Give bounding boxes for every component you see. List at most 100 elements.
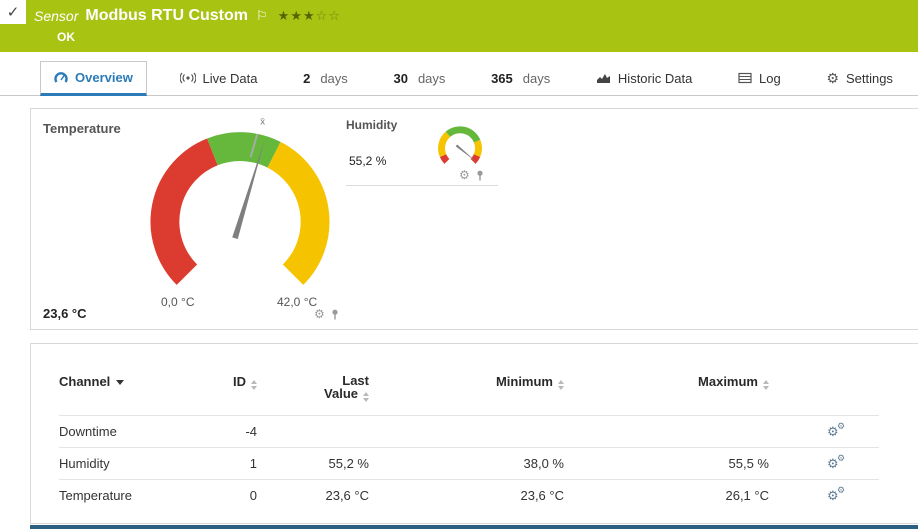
next-section-divider (30, 525, 918, 529)
tab-historic-data[interactable]: Historic Data (583, 61, 705, 95)
title-area: Sensor Modbus RTU Custom ⚐ ★★★☆☆ OK (0, 0, 918, 44)
cell-minimum: 38,0 % (523, 456, 564, 471)
overview-gauge-icon (54, 71, 68, 83)
gauge-pin-icon[interactable] (331, 309, 339, 320)
channel-settings-gears-icon[interactable]: ⚙ ⚙ (827, 453, 847, 471)
cell-channel: Temperature (59, 488, 132, 503)
main-content: Temperature x̄ 0,0 °C 42,0 °C 23,6 °C ⚙ … (0, 96, 918, 524)
temperature-gauge-label: Temperature (43, 121, 121, 136)
gauge-yellow-segment (438, 131, 451, 158)
sort-icon[interactable] (251, 380, 257, 390)
channel-sort-caret-icon[interactable] (116, 380, 125, 385)
cell-channel: Humidity (59, 456, 110, 471)
temperature-gauge-actions: ⚙ (314, 308, 339, 320)
header-label: ID (233, 374, 246, 389)
channel-table-panel: Channel ID Last Value Minimum Maximum Dow… (30, 343, 918, 524)
header-label: Value (324, 386, 358, 401)
sort-icon[interactable] (363, 392, 369, 402)
tab-30-days[interactable]: 30 days (380, 61, 458, 95)
gauge-settings-icon[interactable]: ⚙ (459, 169, 470, 181)
cell-id: 1 (249, 456, 257, 471)
cell-last-value (269, 416, 369, 448)
channel-settings-gears-icon[interactable]: ⚙ ⚙ (827, 421, 847, 439)
column-header-id[interactable]: ID (209, 370, 269, 416)
cell-id: -4 (245, 424, 257, 439)
live-data-signal-icon (179, 72, 196, 84)
gauge-green-segment (207, 132, 281, 168)
channel-table-header-row: Channel ID Last Value Minimum Maximum (59, 370, 879, 416)
cell-id: 0 (249, 488, 257, 503)
table-row-temperature: Temperature 0 23,6 °C 23,6 °C 26,1 °C ⚙ ⚙ (59, 479, 879, 512)
gauge-yellow-segment (267, 141, 330, 285)
priority-flag-icon[interactable]: ⚐ (256, 8, 268, 24)
gear-icon-small: ⚙ (837, 421, 846, 431)
stars-empty[interactable]: ☆☆ (316, 8, 341, 23)
column-header-channel[interactable]: Channel (59, 370, 209, 416)
sensor-header: ✓ Sensor Modbus RTU Custom ⚐ ★★★☆☆ OK (0, 0, 918, 52)
temperature-scale-min: 0,0 °C (161, 295, 195, 309)
tab-unit: days (417, 70, 446, 86)
stars-filled[interactable]: ★★★ (278, 8, 316, 23)
humidity-divider (346, 185, 498, 186)
gear-icon-small: ⚙ (837, 453, 846, 463)
cell-minimum (369, 416, 564, 448)
cell-maximum: 55,5 % (728, 456, 769, 471)
humidity-gauge-svg (438, 126, 482, 164)
tab-2-days[interactable]: 2 days (290, 61, 361, 95)
tab-label: Overview (75, 70, 133, 85)
sort-icon[interactable] (558, 380, 564, 390)
log-list-icon (738, 72, 752, 84)
cell-last-value: 55,2 % (328, 456, 369, 471)
tab-live-data[interactable]: Live Data (167, 61, 271, 95)
settings-gear-icon: ⚙ (826, 70, 839, 86)
page-title: Modbus RTU Custom (85, 7, 249, 24)
tab-label: Live Data (202, 70, 258, 86)
gauge-red-segment (439, 154, 450, 164)
tab-number: 2 (303, 70, 311, 86)
cell-minimum: 23,6 °C (520, 488, 564, 503)
gauge-red-segment (150, 138, 219, 285)
channel-table: Channel ID Last Value Minimum Maximum Dow… (59, 370, 879, 511)
status-corner: ✓ (0, 0, 26, 24)
ok-check-icon: ✓ (6, 4, 20, 21)
channel-settings-gears-icon[interactable]: ⚙ ⚙ (827, 485, 847, 503)
header-label: Channel (59, 374, 111, 389)
cell-channel: Downtime (59, 424, 117, 439)
tab-365-days[interactable]: 365 days (478, 61, 563, 95)
tab-label: Historic Data (617, 70, 693, 86)
historic-data-chart-icon (596, 74, 610, 83)
sort-icon[interactable] (763, 380, 769, 390)
tab-label: Settings (845, 70, 893, 86)
gauge-settings-icon[interactable]: ⚙ (314, 308, 325, 320)
gauge-green-segment (445, 126, 481, 143)
table-row-humidity: Humidity 1 55,2 % 38,0 % 55,5 % ⚙ ⚙ (59, 447, 879, 480)
column-header-minimum[interactable]: Minimum (369, 370, 564, 416)
object-kind-label: Sensor (34, 8, 79, 24)
cell-maximum (564, 416, 769, 448)
tab-number: 30 (393, 70, 408, 86)
column-header-maximum[interactable]: Maximum (564, 370, 769, 416)
tab-log[interactable]: Log (725, 61, 794, 95)
gear-icon-small: ⚙ (837, 485, 846, 495)
column-header-last-value[interactable]: Last Value (269, 370, 369, 416)
gauge-pin-icon[interactable] (476, 170, 484, 181)
gauge-needle (455, 144, 478, 163)
temperature-current-value: 23,6 °C (43, 306, 87, 321)
cell-maximum: 26,1 °C (725, 488, 769, 503)
priority-stars[interactable]: ★★★☆☆ (278, 8, 341, 24)
tab-label: Log (759, 70, 781, 86)
humidity-gauge-label: Humidity (346, 118, 398, 132)
tab-overview[interactable]: Overview (40, 61, 147, 96)
table-row-downtime: Downtime -4 ⚙ ⚙ (59, 415, 879, 448)
humidity-current-value: 55,2 % (349, 154, 387, 168)
tab-settings[interactable]: ⚙ Settings (813, 61, 906, 95)
cell-last-value: 23,6 °C (325, 488, 369, 503)
average-marker-label: x̄ (260, 116, 265, 127)
tab-unit: days (320, 70, 348, 86)
tab-unit: days (522, 70, 551, 86)
header-label: Minimum (495, 374, 553, 389)
status-badge: OK (57, 30, 75, 44)
humidity-gauge-actions: ⚙ (459, 169, 484, 181)
gauge-yellow-segment (473, 139, 482, 158)
temperature-gauge-svg: x̄ (150, 116, 330, 285)
